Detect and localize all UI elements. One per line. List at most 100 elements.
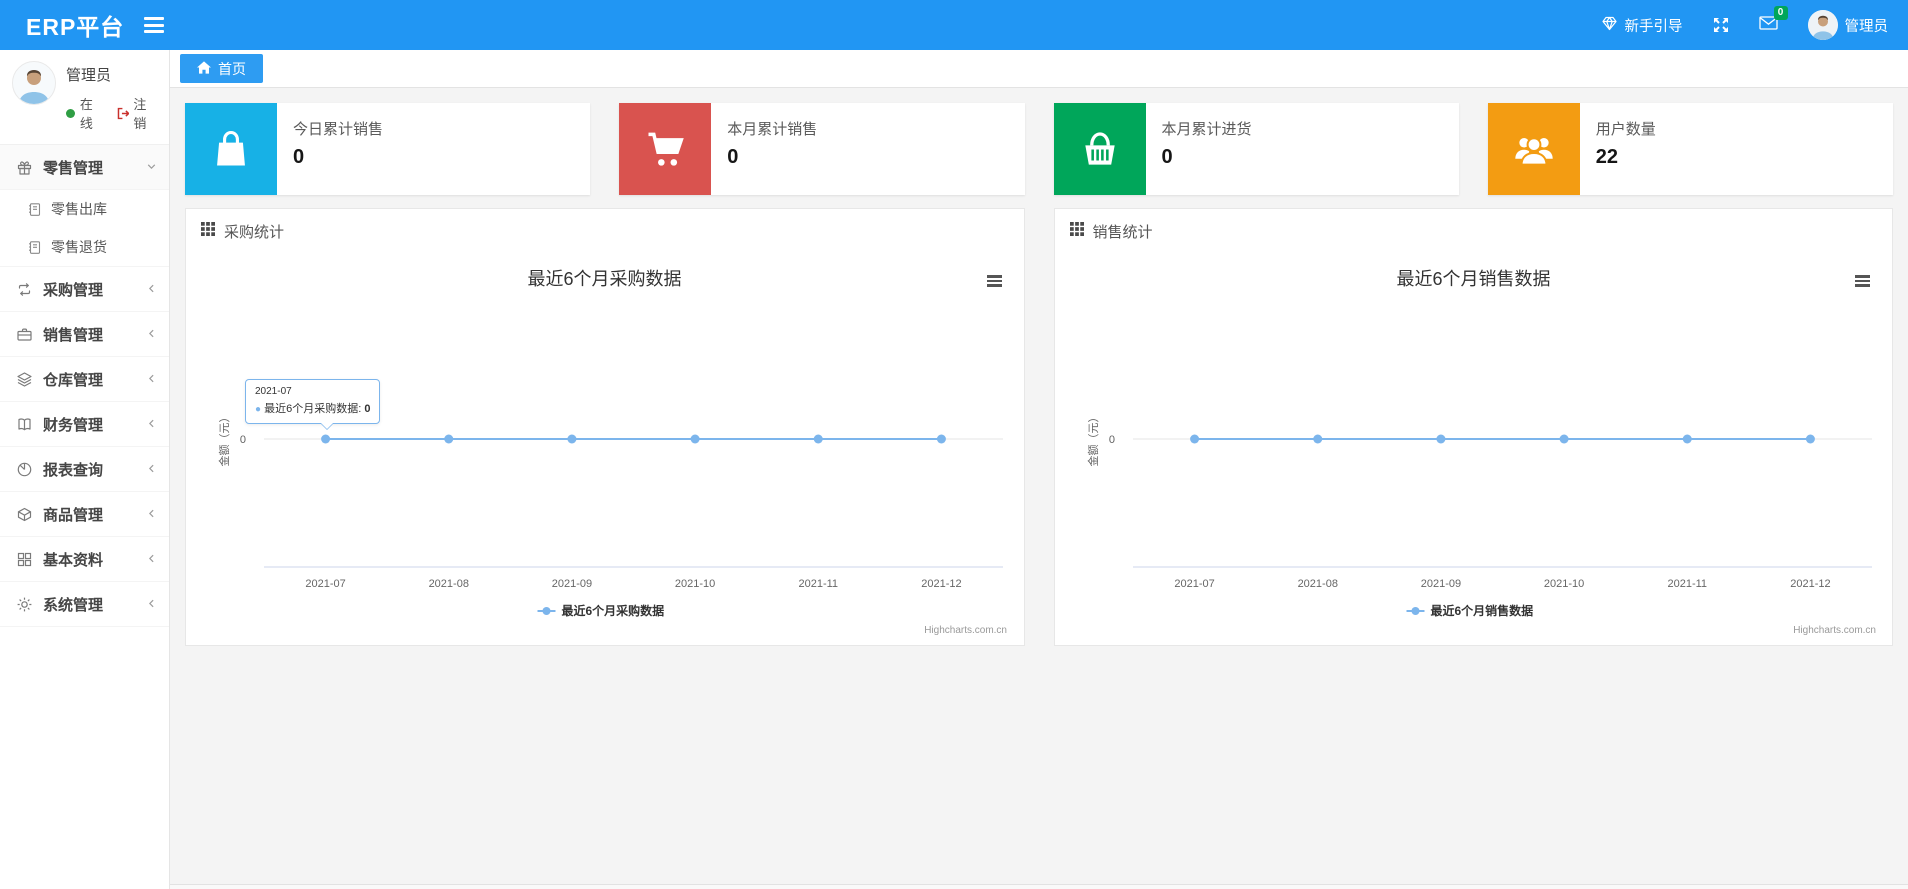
svg-text:2021-12: 2021-12 bbox=[1790, 578, 1830, 590]
stat-card-user-count: 用户数量 22 bbox=[1487, 103, 1893, 195]
sidebar-item-sales[interactable]: 销售管理 bbox=[0, 312, 169, 357]
panel-title: 采购统计 bbox=[224, 223, 285, 241]
layers-icon bbox=[16, 371, 33, 388]
home-icon bbox=[197, 60, 211, 77]
brand-logo[interactable]: ERP平台 bbox=[0, 8, 144, 42]
gift-icon bbox=[16, 159, 33, 176]
svg-text:最近6个月采购数据: 最近6个月采购数据 bbox=[527, 269, 681, 289]
messages-button[interactable]: 0 bbox=[1758, 6, 1788, 35]
online-status-icon bbox=[66, 108, 75, 118]
svg-text:0: 0 bbox=[240, 434, 246, 446]
user-avatar bbox=[12, 61, 56, 105]
svg-text:金额（元）: 金额（元） bbox=[217, 412, 231, 467]
sidebar-submenu-retail: 零售出库 零售退货 bbox=[0, 190, 169, 267]
chevron-left-icon bbox=[147, 505, 156, 523]
username-label: 管理员 bbox=[1844, 18, 1889, 35]
message-count-badge: 0 bbox=[1773, 6, 1788, 20]
sidebar-item-retail-return[interactable]: 零售退货 bbox=[0, 228, 169, 266]
online-status-label: 在线 bbox=[79, 97, 93, 131]
sidebar-item-goods[interactable]: 商品管理 bbox=[0, 492, 169, 537]
tooltip-arrow bbox=[320, 422, 334, 430]
chart-export-menu-button[interactable] bbox=[986, 275, 1002, 289]
sidebar-item-purchase[interactable]: 采购管理 bbox=[0, 267, 169, 312]
stat-card-month-sales: 本月累计销售 0 bbox=[619, 103, 1025, 195]
th-grid-icon bbox=[1069, 222, 1084, 240]
chevron-left-icon bbox=[147, 550, 156, 568]
panel-title: 销售统计 bbox=[1092, 223, 1153, 241]
svg-text:2021-11: 2021-11 bbox=[1667, 578, 1707, 590]
svg-text:金额（元）: 金额（元） bbox=[1086, 412, 1100, 467]
journal-icon bbox=[27, 240, 42, 255]
chart-export-menu-button[interactable] bbox=[1855, 275, 1870, 289]
journal-icon bbox=[27, 202, 42, 217]
main-content: 今日累计销售 0 本月累计销售 0 本月累计进货 0 用户数量 22 采购统计 … bbox=[170, 88, 1908, 889]
gem-icon bbox=[1601, 15, 1618, 36]
svg-text:2021-10: 2021-10 bbox=[675, 578, 715, 590]
shopping-bag-icon bbox=[185, 103, 277, 195]
envelope-icon bbox=[1758, 16, 1778, 35]
svg-text:Highcharts.com.cn: Highcharts.com.cn bbox=[1793, 625, 1876, 636]
sidebar-item-reports[interactable]: 报表查询 bbox=[0, 447, 169, 492]
purchase-stats-panel: 采购统计 最近6个月采购数据 金额（元） 0 2021-07 2021-08 2021-0… bbox=[185, 208, 1025, 646]
sidebar: 管理员 在线 注销 零售管理 零售出库 零售退货 采购管理 销售管理 仓库管理 … bbox=[0, 50, 170, 889]
svg-text:2021-10: 2021-10 bbox=[1543, 578, 1583, 590]
panel-header: 销售统计 bbox=[1055, 209, 1893, 253]
repeat-icon bbox=[16, 281, 33, 298]
svg-text:Highcharts.com.cn: Highcharts.com.cn bbox=[924, 625, 1007, 636]
svg-text:2021-07: 2021-07 bbox=[305, 578, 345, 590]
gear-icon bbox=[16, 596, 33, 613]
fullscreen-button[interactable] bbox=[1713, 17, 1729, 33]
sidebar-menu: 零售管理 零售出库 零售退货 采购管理 销售管理 仓库管理 财务管理 报表查询 … bbox=[0, 145, 169, 627]
sidebar-toggle-button[interactable] bbox=[144, 17, 165, 33]
guide-link[interactable]: 新手引导 bbox=[1601, 15, 1683, 36]
charts-row: 采购统计 最近6个月采购数据 金额（元） 0 2021-07 2021-08 2021-0… bbox=[185, 208, 1893, 646]
briefcase-icon bbox=[16, 326, 33, 343]
stat-card-month-purchase: 本月累计进货 0 bbox=[1053, 103, 1459, 195]
svg-text:2021-09: 2021-09 bbox=[1420, 578, 1460, 590]
grid-icon bbox=[16, 551, 33, 568]
svg-text:2021-08: 2021-08 bbox=[429, 578, 469, 590]
chevron-left-icon bbox=[147, 325, 156, 343]
sales-chart: 最近6个月销售数据 金额（元） 0 2021-07 2021-08 2021-09 2021… bbox=[1063, 253, 1885, 641]
th-grid-icon bbox=[201, 222, 215, 240]
user-menu[interactable]: 管理员 bbox=[1807, 10, 1889, 40]
sidebar-item-retail[interactable]: 零售管理 bbox=[0, 145, 169, 190]
tooltip-x-label: 2021-07 bbox=[255, 386, 292, 397]
svg-text:2021-08: 2021-08 bbox=[1297, 578, 1337, 590]
chevron-left-icon bbox=[147, 370, 156, 388]
svg-text:最近6个月采购数据: 最近6个月采购数据 bbox=[562, 603, 665, 618]
avatar bbox=[1807, 10, 1838, 40]
sidebar-user-panel: 管理员 在线 注销 bbox=[0, 50, 169, 145]
svg-text:2021-09: 2021-09 bbox=[552, 578, 592, 590]
svg-text:2021-07: 2021-07 bbox=[1174, 578, 1214, 590]
svg-text:2021-12: 2021-12 bbox=[921, 578, 961, 590]
top-navbar: ERP平台 新手引导 0 管理员 bbox=[0, 0, 1908, 50]
sidebar-item-retail-outbound[interactable]: 零售出库 bbox=[0, 190, 169, 228]
tab-home[interactable]: 首页 bbox=[180, 54, 263, 83]
sidebar-item-basic-data[interactable]: 基本资料 bbox=[0, 537, 169, 582]
sidebar-username: 管理员 bbox=[66, 67, 112, 84]
tooltip-series-value: ● 最近6个月采购数据: 0 bbox=[255, 403, 371, 415]
svg-text:2021-11: 2021-11 bbox=[798, 578, 838, 590]
panel-header: 采购统计 bbox=[186, 209, 1024, 253]
series-dot-icon: ● bbox=[255, 404, 262, 415]
chart-tooltip: 2021-07 ● 最近6个月采购数据: 0 bbox=[245, 379, 381, 430]
cart-icon bbox=[619, 103, 712, 195]
chevron-left-icon bbox=[147, 280, 156, 298]
sidebar-item-system[interactable]: 系统管理 bbox=[0, 582, 169, 627]
guide-label: 新手引导 bbox=[1624, 18, 1683, 35]
footer-divider bbox=[170, 884, 1908, 889]
logout-button[interactable]: 注销 bbox=[117, 94, 159, 132]
svg-text:最近6个月销售数据: 最近6个月销售数据 bbox=[1396, 269, 1550, 289]
purchase-chart: 最近6个月采购数据 金额（元） 0 2021-07 2021-08 2021-09 2021… bbox=[194, 253, 1016, 641]
chevron-left-icon bbox=[147, 595, 156, 613]
sales-stats-panel: 销售统计 最近6个月销售数据 金额（元） 0 2021-07 2021-08 2021-0… bbox=[1053, 208, 1893, 646]
chevron-left-icon bbox=[147, 460, 156, 478]
svg-text:最近6个月销售数据: 最近6个月销售数据 bbox=[1430, 603, 1533, 618]
package-icon bbox=[16, 506, 33, 523]
sidebar-item-warehouse[interactable]: 仓库管理 bbox=[0, 357, 169, 402]
open-book-icon bbox=[16, 416, 33, 433]
sidebar-item-finance[interactable]: 财务管理 bbox=[0, 402, 169, 447]
stat-cards-row: 今日累计销售 0 本月累计销售 0 本月累计进货 0 用户数量 22 bbox=[185, 103, 1893, 195]
sign-out-icon bbox=[117, 107, 130, 119]
